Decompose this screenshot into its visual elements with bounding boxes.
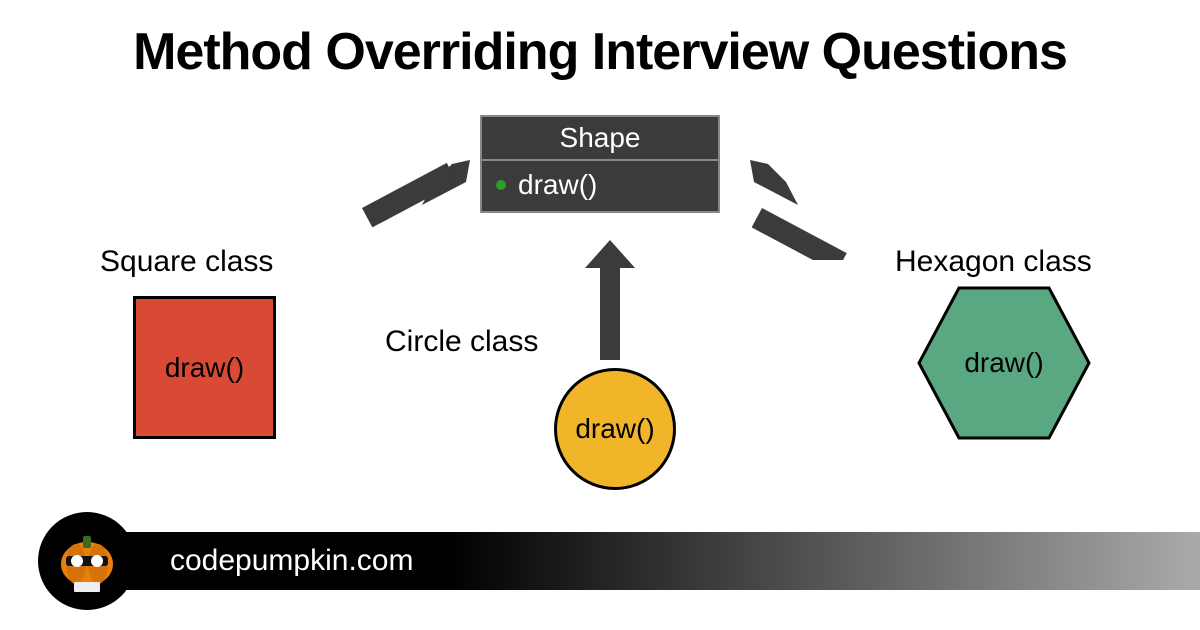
footer-bar: codepumpkin.com <box>40 532 1200 590</box>
shape-class-name: Shape <box>482 117 718 161</box>
shape-class-method-row: draw() <box>482 161 718 211</box>
circle-class-label: Circle class <box>385 325 538 359</box>
hexagon-method: draw() <box>964 347 1043 379</box>
square-class-label: Square class <box>100 245 273 279</box>
arrow-hexagon-to-shape-icon <box>750 160 880 265</box>
circle-shape: draw() <box>554 368 676 490</box>
page-title: Method Overriding Interview Questions <box>0 22 1200 82</box>
hexagon-class-label: Hexagon class <box>895 245 1092 279</box>
method-visibility-dot-icon <box>496 180 506 190</box>
circle-method: draw() <box>575 413 654 445</box>
footer-text: codepumpkin.com <box>170 544 413 578</box>
square-shape: draw() <box>133 296 276 439</box>
hexagon-shape: draw() <box>914 283 1094 443</box>
shape-class-method: draw() <box>518 169 597 201</box>
arrow-circle-to-shape-icon <box>580 240 640 365</box>
logo-pumpkin-icon <box>38 512 136 610</box>
square-method: draw() <box>165 352 244 384</box>
arrow-square-to-shape-icon <box>340 160 470 265</box>
shape-class-box: Shape draw() <box>480 115 720 213</box>
